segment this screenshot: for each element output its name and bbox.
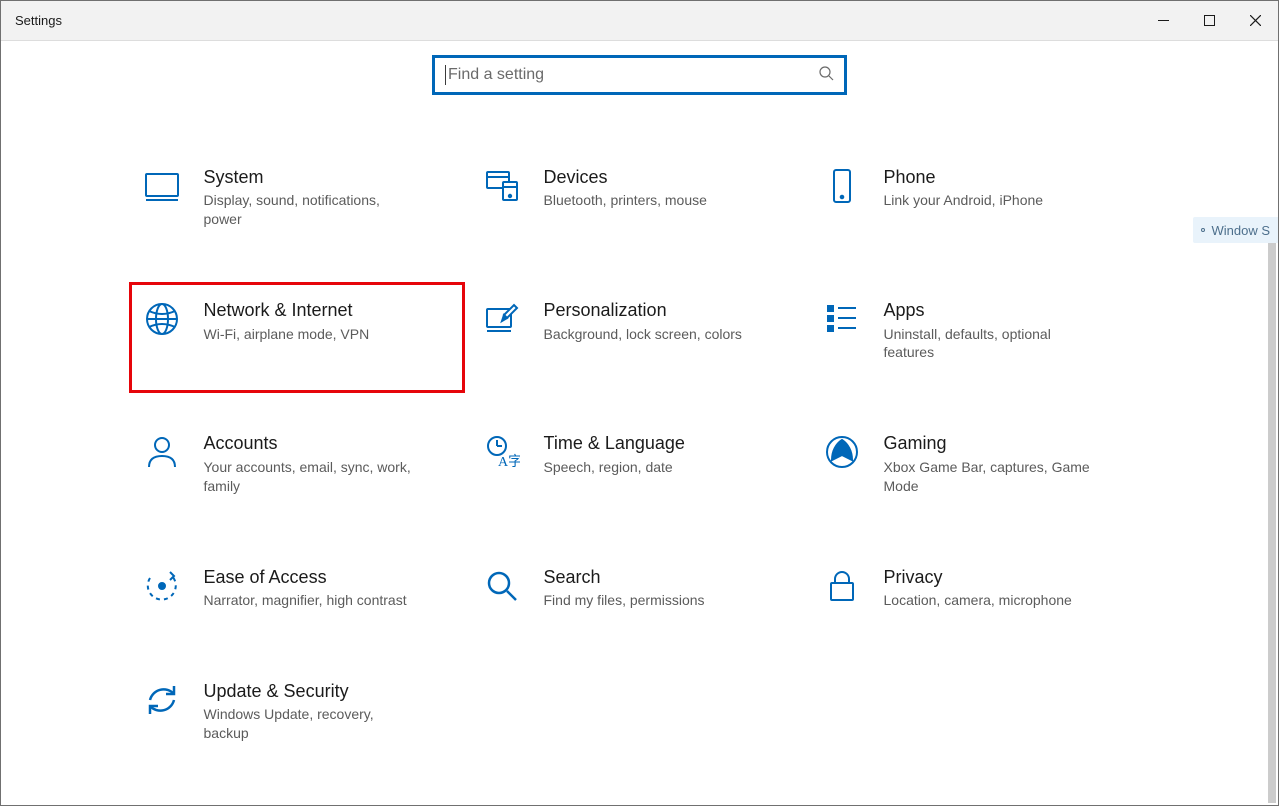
settings-window: Settings Find a setting: [0, 0, 1279, 806]
devices-icon: [482, 166, 522, 206]
category-title: Phone: [884, 166, 1044, 189]
category-desc: Narrator, magnifier, high contrast: [204, 591, 407, 610]
gaming-icon: [822, 432, 862, 472]
category-system[interactable]: System Display, sound, notifications, po…: [135, 155, 465, 240]
category-title: Update & Security: [204, 680, 414, 703]
tag-dot-icon: [1201, 228, 1205, 232]
category-desc: Location, camera, microphone: [884, 591, 1072, 610]
phone-icon: [822, 166, 862, 206]
category-phone[interactable]: Phone Link your Android, iPhone: [815, 155, 1145, 240]
category-network[interactable]: Network & Internet Wi-Fi, airplane mode,…: [129, 282, 465, 393]
category-desc: Background, lock screen, colors: [544, 325, 742, 344]
category-desc: Display, sound, notifications, power: [204, 191, 414, 229]
category-title: Apps: [884, 299, 1094, 322]
time-language-icon: A字: [482, 432, 522, 472]
category-personalization[interactable]: Personalization Background, lock screen,…: [475, 288, 805, 373]
category-title: Personalization: [544, 299, 742, 322]
category-gaming[interactable]: Gaming Xbox Game Bar, captures, Game Mod…: [815, 421, 1145, 506]
categories-grid: System Display, sound, notifications, po…: [1, 155, 1278, 784]
apps-icon: [822, 299, 862, 339]
category-devices[interactable]: Devices Bluetooth, printers, mouse: [475, 155, 805, 240]
category-title: System: [204, 166, 414, 189]
overlay-tag[interactable]: Window S: [1193, 217, 1278, 243]
category-desc: Your accounts, email, sync, work, family: [204, 458, 414, 496]
category-desc: Bluetooth, printers, mouse: [544, 191, 707, 210]
category-desc: Wi-Fi, airplane mode, VPN: [204, 325, 370, 344]
category-title: Devices: [544, 166, 707, 189]
titlebar: Settings: [1, 1, 1278, 41]
category-desc: Windows Update, recovery, backup: [204, 705, 414, 743]
svg-text:A字: A字: [498, 454, 520, 470]
category-title: Network & Internet: [204, 299, 370, 322]
category-title: Privacy: [884, 566, 1072, 589]
tag-label: Window S: [1211, 223, 1270, 238]
close-icon: [1250, 15, 1261, 26]
ease-of-access-icon: [142, 566, 182, 606]
maximize-button[interactable]: [1186, 1, 1232, 41]
minimize-button[interactable]: [1140, 1, 1186, 41]
category-title: Ease of Access: [204, 566, 407, 589]
maximize-icon: [1204, 15, 1215, 26]
personalization-icon: [482, 299, 522, 339]
text-caret: [445, 65, 446, 85]
search-icon: [818, 65, 834, 86]
vertical-scrollbar[interactable]: [1268, 219, 1276, 803]
content-area: Find a setting System Display, sound, no…: [1, 41, 1278, 805]
magnifier-icon: [482, 566, 522, 606]
category-accounts[interactable]: Accounts Your accounts, email, sync, wor…: [135, 421, 465, 506]
lock-icon: [822, 566, 862, 606]
category-title: Gaming: [884, 432, 1094, 455]
category-title: Search: [544, 566, 705, 589]
search-placeholder: Find a setting: [448, 66, 818, 84]
category-title: Accounts: [204, 432, 414, 455]
category-ease-of-access[interactable]: Ease of Access Narrator, magnifier, high…: [135, 555, 465, 621]
update-icon: [142, 680, 182, 720]
category-search[interactable]: Search Find my files, permissions: [475, 555, 805, 621]
search-input[interactable]: Find a setting: [432, 55, 847, 95]
category-desc: Xbox Game Bar, captures, Game Mode: [884, 458, 1094, 496]
window-title: Settings: [15, 13, 62, 28]
minimize-icon: [1158, 15, 1169, 26]
category-privacy[interactable]: Privacy Location, camera, microphone: [815, 555, 1145, 621]
category-update[interactable]: Update & Security Windows Update, recove…: [135, 669, 465, 754]
category-desc: Find my files, permissions: [544, 591, 705, 610]
category-desc: Link your Android, iPhone: [884, 191, 1044, 210]
category-desc: Uninstall, defaults, optional features: [884, 325, 1094, 363]
category-time[interactable]: A字 Time & Language Speech, region, date: [475, 421, 805, 506]
category-apps[interactable]: Apps Uninstall, defaults, optional featu…: [815, 288, 1145, 373]
category-desc: Speech, region, date: [544, 458, 685, 477]
close-button[interactable]: [1232, 1, 1278, 41]
globe-icon: [142, 299, 182, 339]
accounts-icon: [142, 432, 182, 472]
category-title: Time & Language: [544, 432, 685, 455]
system-icon: [142, 166, 182, 206]
